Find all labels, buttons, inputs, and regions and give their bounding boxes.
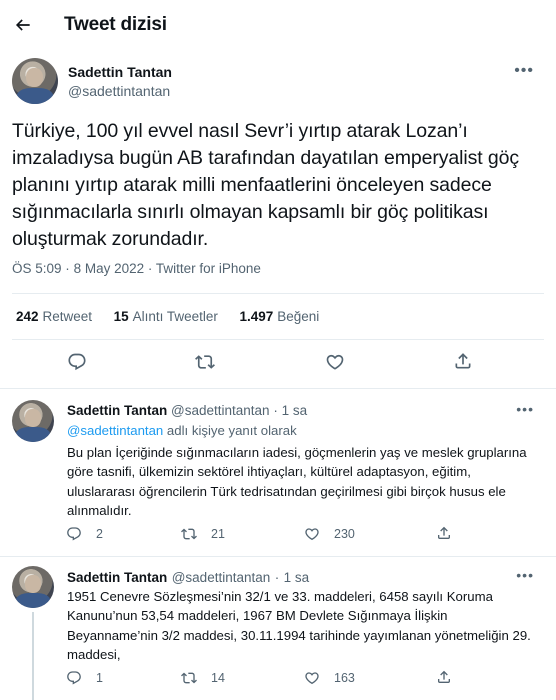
share-icon xyxy=(455,353,471,369)
tweet-source[interactable]: Twitter for iPhone xyxy=(156,261,261,276)
retweet-button[interactable]: 21 xyxy=(181,526,225,542)
reply-header: Sadettin Tantan @sadettintantan · 1 sa xyxy=(67,570,310,585)
author-handle[interactable]: @sadettintantan xyxy=(172,570,271,585)
thread-line xyxy=(32,612,34,700)
more-options-icon[interactable]: ••• xyxy=(516,567,534,583)
retweet-icon xyxy=(181,528,197,540)
reply-text: 1951 Cenevre Sözleşmesi’nin 32/1 ve 33. … xyxy=(67,589,531,663)
retweet-icon xyxy=(195,355,215,369)
share-button[interactable] xyxy=(436,525,452,541)
reply-button[interactable]: 1 xyxy=(66,670,103,686)
reply-time[interactable]: 1 sa xyxy=(284,570,310,585)
quotes-stat[interactable]: 15 Alıntı Tweetler xyxy=(114,309,218,324)
reply-icon xyxy=(67,671,81,685)
retweet-button[interactable]: 14 xyxy=(181,670,225,686)
more-options-icon[interactable]: ••• xyxy=(514,62,534,80)
reply-text: Bu plan İçeriğinde sığınmacıların iadesi… xyxy=(67,445,527,519)
retweets-stat[interactable]: 242 Retweet xyxy=(16,309,92,324)
share-button[interactable] xyxy=(436,669,452,685)
page-title: Tweet dizisi xyxy=(64,14,167,35)
reply-icon xyxy=(67,527,81,541)
reply-icon xyxy=(68,353,86,371)
avatar[interactable] xyxy=(12,58,58,104)
heart-icon xyxy=(305,672,319,685)
reply-count: 2 xyxy=(96,527,103,541)
likes-stat[interactable]: 1.497 Beğeni xyxy=(239,309,319,324)
heart-icon xyxy=(326,354,344,370)
like-button[interactable] xyxy=(323,350,347,374)
like-count: 230 xyxy=(334,527,355,541)
author-handle[interactable]: @sadettintantan xyxy=(171,403,270,418)
share-icon xyxy=(438,526,450,539)
tweet-date[interactable]: 8 May 2022 xyxy=(74,261,145,276)
author-name[interactable]: Sadettin Tantan xyxy=(67,403,167,418)
divider xyxy=(12,339,544,340)
like-button[interactable]: 230 xyxy=(304,526,355,542)
reply-button[interactable]: 2 xyxy=(66,526,103,542)
divider xyxy=(0,556,556,557)
divider xyxy=(0,388,556,389)
reply-button[interactable] xyxy=(65,350,89,374)
back-button[interactable] xyxy=(12,14,34,36)
replying-to-handle[interactable]: @sadettintantan xyxy=(67,423,163,438)
divider xyxy=(12,293,544,294)
retweet-count: 14 xyxy=(211,671,225,685)
arrow-left-icon xyxy=(15,19,30,31)
like-count: 163 xyxy=(334,671,355,685)
author-handle[interactable]: @sadettintantan xyxy=(68,83,170,99)
share-button[interactable] xyxy=(451,349,475,373)
author-name[interactable]: Sadettin Tantan xyxy=(67,570,167,585)
author-name[interactable]: Sadettin Tantan xyxy=(68,64,172,80)
reply-count: 1 xyxy=(96,671,103,685)
like-button[interactable]: 163 xyxy=(304,670,355,686)
retweet-icon xyxy=(181,672,197,684)
tweet-text: Türkiye, 100 yıl evvel nasıl Sevr’i yırt… xyxy=(12,120,520,250)
avatar[interactable] xyxy=(12,566,54,608)
replying-to: @sadettintantan adlı kişiye yanıt olarak xyxy=(67,423,297,438)
tweet-meta: ÖS 5:09 · 8 May 2022 · Twitter for iPhon… xyxy=(12,261,261,276)
tweet-time[interactable]: ÖS 5:09 xyxy=(12,261,62,276)
more-options-icon[interactable]: ••• xyxy=(516,401,534,417)
share-icon xyxy=(438,670,450,683)
retweet-button[interactable] xyxy=(193,350,217,374)
reply-header: Sadettin Tantan @sadettintantan · 1 sa xyxy=(67,403,308,418)
reply-time[interactable]: 1 sa xyxy=(282,403,308,418)
tweet-stats: 242 Retweet 15 Alıntı Tweetler 1.497 Beğeni xyxy=(16,309,319,324)
avatar[interactable] xyxy=(12,400,54,442)
retweet-count: 21 xyxy=(211,527,225,541)
page-header: Tweet dizisi xyxy=(0,0,556,50)
heart-icon xyxy=(305,528,319,541)
